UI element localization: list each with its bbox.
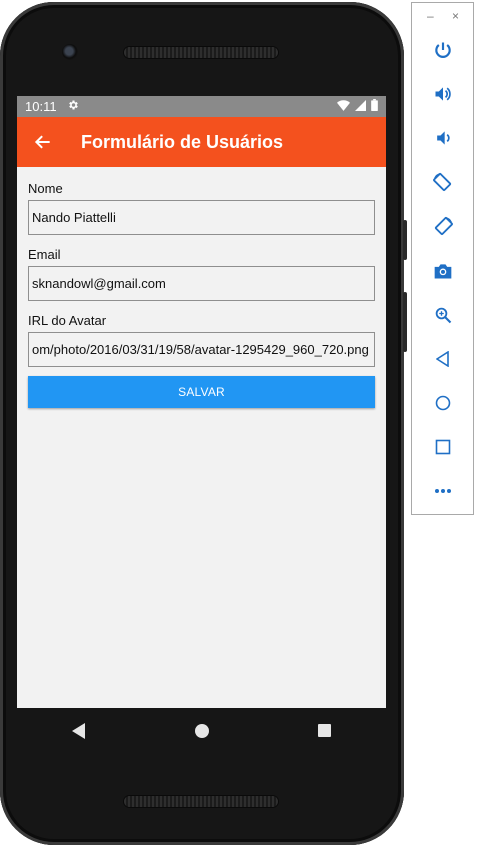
nav-recents-icon — [318, 724, 331, 737]
nav-home-icon — [194, 723, 209, 738]
wifi-icon — [337, 99, 350, 114]
status-icons — [337, 99, 378, 114]
rotate-left-icon[interactable] — [431, 170, 455, 194]
battery-icon — [371, 99, 378, 114]
page-title: Formulário de Usuários — [81, 131, 284, 152]
back-arrow-icon[interactable] — [33, 132, 53, 152]
settings-gear-icon — [67, 99, 79, 114]
volume-side-button — [403, 292, 407, 352]
front-camera — [62, 44, 78, 60]
power-icon[interactable] — [431, 38, 455, 62]
back-icon[interactable] — [431, 347, 455, 371]
nav-back-icon — [71, 722, 85, 739]
email-label: Email — [28, 247, 61, 262]
volume-down-icon[interactable] — [431, 126, 455, 150]
user-form: Nome Email IRL do Avatar SALVAR — [17, 167, 386, 408]
navigation-bar — [17, 708, 386, 753]
bottom-speaker-grille — [124, 796, 278, 807]
rotate-right-icon[interactable] — [431, 214, 455, 238]
overview-icon[interactable] — [431, 435, 455, 459]
home-icon[interactable] — [431, 391, 455, 415]
status-time: 10:11 — [25, 99, 57, 114]
zoom-icon[interactable] — [431, 303, 455, 327]
email-field[interactable] — [28, 266, 375, 301]
name-field[interactable] — [28, 200, 375, 235]
nav-recents-button[interactable] — [305, 711, 345, 751]
avatar-url-label: IRL do Avatar — [28, 313, 107, 328]
avatar-url-field[interactable] — [28, 332, 375, 367]
window-controls: – × — [412, 9, 473, 25]
power-side-button — [403, 220, 407, 260]
status-bar: 10:11 — [17, 96, 386, 117]
volume-up-icon[interactable] — [431, 82, 455, 106]
more-icon[interactable] — [431, 479, 455, 503]
nav-home-button[interactable] — [182, 711, 222, 751]
name-label: Nome — [28, 181, 63, 196]
cell-signal-icon — [355, 99, 366, 114]
app-bar: Formulário de Usuários — [17, 117, 386, 167]
close-button[interactable]: × — [452, 9, 459, 23]
save-button[interactable]: SALVAR — [28, 376, 375, 408]
device-screen: 10:11 Formulário de Usuários Nome Email … — [17, 96, 386, 708]
minimize-button[interactable]: – — [427, 9, 434, 23]
nav-back-button[interactable] — [59, 711, 99, 751]
emulator-toolbar: – × — [411, 2, 474, 515]
top-speaker-grille — [124, 47, 278, 58]
screenshot-icon[interactable] — [431, 259, 455, 283]
